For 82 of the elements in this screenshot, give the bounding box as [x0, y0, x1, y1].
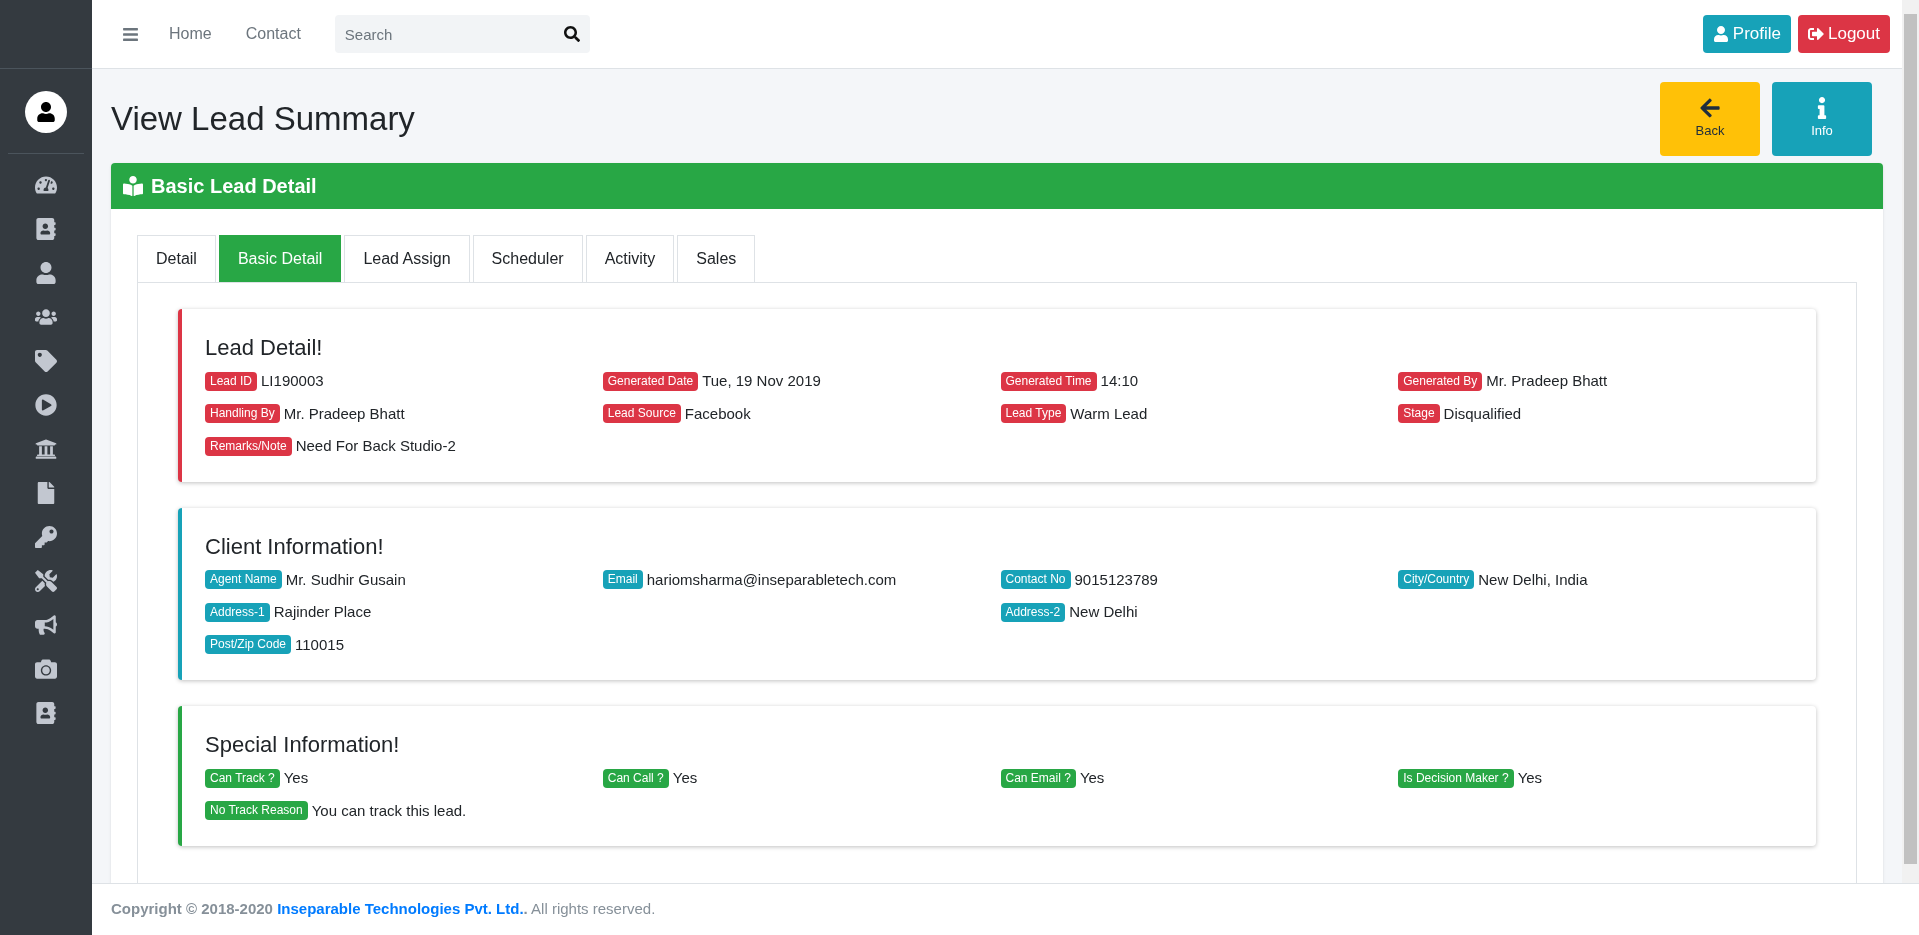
play-icon[interactable]: [35, 394, 57, 416]
field-label: Post/Zip Code: [205, 635, 292, 655]
field-value: Rajinder Place: [273, 602, 372, 622]
logout-button[interactable]: Logout: [1798, 15, 1890, 53]
field-value: Mr. Sudhir Gusain: [285, 569, 406, 590]
user-icon[interactable]: [35, 262, 57, 284]
company-link[interactable]: Inseparable Technologies Pvt. Ltd.: [277, 900, 524, 918]
field-label: No Track Reason: [205, 801, 308, 821]
key-icon[interactable]: [35, 526, 57, 548]
gauge-icon[interactable]: [35, 174, 57, 196]
field-value: Need For Back Studio-2: [295, 436, 456, 456]
field-label: Remarks/Note: [205, 436, 292, 456]
field-value: 9015123789: [1074, 569, 1158, 590]
field-label: Email: [602, 570, 643, 590]
field-value: LI190003: [261, 371, 324, 391]
field-label: Can Email ?: [1000, 768, 1076, 788]
megaphone-icon[interactable]: [35, 614, 57, 636]
bank-icon[interactable]: [35, 438, 57, 460]
field-label: Is Decision Maker ?: [1398, 768, 1514, 788]
info-button[interactable]: Info: [1772, 82, 1872, 156]
search-field[interactable]: Search: [334, 15, 590, 53]
tag-icon[interactable]: [35, 350, 57, 372]
field-value: hariomsharma@inseparabletech.com: [646, 569, 897, 590]
field-label: Lead Source: [602, 404, 681, 424]
field-label: Generated Date: [602, 371, 699, 391]
menu-icon[interactable]: [122, 25, 139, 43]
file-icon[interactable]: [35, 482, 57, 504]
camera-icon[interactable]: [35, 658, 57, 680]
nav-link[interactable]: Contact: [245, 22, 301, 46]
field-label: City/Country: [1398, 570, 1475, 590]
tab[interactable]: Scheduler: [472, 235, 583, 282]
field-value: 14:10: [1100, 371, 1139, 391]
page-title: View Lead Summary: [111, 99, 415, 140]
tab[interactable]: Sales: [677, 235, 756, 282]
field-value: Yes: [672, 768, 698, 788]
profile-button[interactable]: Profile: [1702, 15, 1791, 53]
contact-card-icon[interactable]: [35, 218, 57, 240]
tab[interactable]: Lead Assign: [344, 235, 470, 282]
tab[interactable]: Basic Detail: [218, 235, 342, 282]
card-title: Client Information!: [205, 532, 385, 561]
field-value: Mr. Pradeep Bhatt: [1486, 371, 1608, 391]
card-title: Lead Detail!: [205, 334, 324, 362]
card-title: Special Information!: [205, 731, 401, 759]
copyright-text: Copyright © 2018-2020 Inseparable Technologies Pvt. Ltd.. All rights reserved.: [111, 899, 656, 920]
arrow-left-icon: [1699, 97, 1721, 120]
tools-icon[interactable]: [35, 570, 57, 592]
back-button[interactable]: Back: [1660, 82, 1760, 156]
field-label: Address-2: [1000, 602, 1066, 622]
field-value: Yes: [1079, 768, 1105, 788]
field-label: Can Track ?: [205, 768, 280, 788]
field-label: Address-1: [205, 602, 270, 622]
field-label: Lead Type: [1000, 404, 1067, 424]
users-icon[interactable]: [35, 306, 57, 328]
user-icon: [1712, 26, 1729, 42]
tab[interactable]: Detail: [137, 235, 216, 282]
reader-icon: [123, 176, 143, 196]
logout-icon: [1808, 26, 1824, 42]
panel-title: Basic Lead Detail: [151, 174, 317, 199]
field-label: Stage: [1398, 404, 1440, 424]
field-value: Facebook: [684, 403, 751, 424]
avatar-icon[interactable]: [25, 91, 67, 133]
field-value: New Delhi: [1069, 602, 1138, 622]
search-icon[interactable]: [563, 26, 580, 42]
field-value: Yes: [1517, 768, 1543, 788]
tab[interactable]: Activity: [585, 235, 675, 282]
contact-card-icon[interactable]: [35, 702, 57, 724]
field-label: Agent Name: [205, 570, 282, 590]
field-value: New Delhi, India: [1478, 569, 1588, 590]
field-value: Disqualified: [1443, 403, 1522, 424]
field-label: Can Call ?: [602, 768, 669, 788]
field-label: Generated Time: [1000, 371, 1097, 391]
field-value: 110015: [295, 634, 344, 655]
field-value: Yes: [283, 768, 309, 788]
nav-link[interactable]: Home: [169, 22, 212, 46]
field-value: You can track this lead.: [311, 800, 467, 821]
field-label: Lead ID: [205, 371, 258, 391]
field-value: Warm Lead: [1070, 403, 1148, 424]
field-value: Mr. Pradeep Bhatt: [283, 403, 405, 424]
field-label: Contact No: [1000, 570, 1071, 590]
field-value: Tue, 19 Nov 2019: [702, 371, 821, 391]
field-label: Handling By: [205, 404, 280, 424]
field-label: Generated By: [1398, 371, 1483, 391]
